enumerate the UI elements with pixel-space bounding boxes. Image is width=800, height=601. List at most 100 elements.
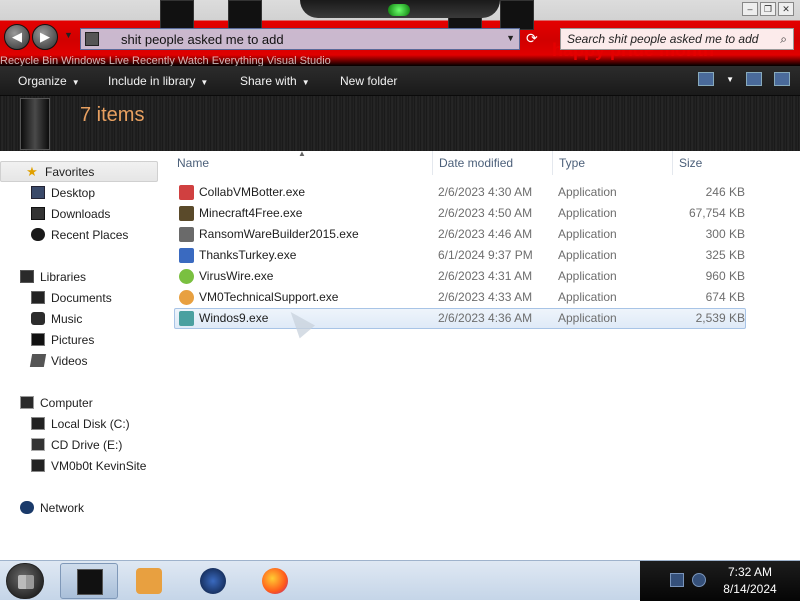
chevron-down-icon[interactable]: ▼	[726, 75, 734, 84]
taskbar-media-player[interactable]	[120, 563, 178, 599]
command-bar: Organize ▼ Include in library ▼ Share with…	[0, 66, 800, 96]
start-button[interactable]	[6, 563, 44, 599]
file-size: 67,754 KB	[688, 206, 745, 220]
file-row-ransomwarebuilder[interactable]: RansomWareBuilder2015.exe 2/6/2023 4:46 …	[174, 224, 746, 245]
sidebar-item-label: Music	[51, 311, 83, 326]
file-size: 246 KB	[705, 185, 745, 199]
banner-decoration	[160, 0, 194, 30]
refresh-button[interactable]: ⟳	[526, 30, 538, 47]
file-row-vm0technicalsupport[interactable]: VM0TechnicalSupport.exe 2/6/2023 4:33 AM…	[174, 287, 746, 308]
sidebar-item-network[interactable]: Network	[0, 497, 158, 518]
clock-date[interactable]: 8/14/2024	[715, 582, 785, 596]
windows-logo-icon	[18, 575, 34, 589]
app-icon	[179, 248, 194, 263]
search-icon[interactable]: ⌕	[780, 32, 787, 47]
file-name: Windos9.exe	[199, 311, 269, 325]
details-header: 7 items	[0, 96, 800, 151]
desktop-icons-strip: Recycle Bin Windows Live Recently Watch …	[0, 55, 331, 66]
maximize-button[interactable]: ❐	[760, 2, 776, 16]
sidebar-item-label: Favorites	[45, 164, 95, 179]
organize-button[interactable]: Organize ▼	[18, 74, 80, 88]
network-icon	[20, 501, 34, 514]
share-with-label: Share with	[240, 74, 297, 88]
sidebar-item-recent-places[interactable]: Recent Places	[0, 224, 158, 245]
file-row-collabvmbotter[interactable]: CollabVMBotter.exe 2/6/2023 4:30 AM Appl…	[174, 182, 746, 203]
column-header-size[interactable]: Size	[672, 151, 748, 175]
chevron-down-icon: ▼	[71, 78, 80, 87]
search-box[interactable]: ⌕	[560, 28, 794, 50]
sidebar-item-desktop[interactable]: Desktop	[0, 182, 158, 203]
help-icon[interactable]	[774, 72, 790, 86]
chevron-down-icon: ▼	[301, 78, 310, 87]
sidebar-item-favorites[interactable]: ★ Favorites	[0, 161, 158, 182]
folder-large-icon	[20, 98, 50, 150]
sidebar-item-cd-drive[interactable]: CD Drive (E:)	[0, 434, 158, 455]
back-button[interactable]: ◀	[4, 24, 30, 50]
view-controls: ▼	[698, 72, 790, 86]
virus-icon	[179, 269, 194, 284]
forward-button[interactable]: ▶	[32, 24, 58, 50]
sidebar-item-network-share[interactable]: VM0b0t KevinSite	[0, 455, 158, 476]
gear-icon	[179, 227, 194, 242]
sidebar-item-label: Local Disk (C:)	[51, 416, 130, 431]
media-player-icon	[136, 568, 162, 594]
file-size: 960 KB	[705, 269, 745, 283]
sidebar-item-label: Pictures	[51, 332, 95, 347]
explorer-window: – ❐ ✕ Recycle Bin Windows Live Recently …	[0, 0, 800, 560]
file-row-viruswire[interactable]: VirusWire.exe 2/6/2023 4:31 AM Applicati…	[174, 266, 746, 287]
file-name: VM0TechnicalSupport.exe	[199, 290, 339, 304]
navigation-pane: ★ Favorites Desktop Downloads Recent Pla…	[0, 151, 160, 560]
share-with-button[interactable]: Share with ▼	[240, 74, 310, 88]
sidebar-item-downloads[interactable]: Downloads	[0, 203, 158, 224]
volume-tray-icon[interactable]	[692, 573, 706, 587]
taskbar-browser[interactable]	[184, 563, 242, 599]
search-input[interactable]	[561, 29, 761, 49]
column-header-date-modified[interactable]: Date modified	[432, 151, 552, 175]
taskbar-explorer[interactable]	[60, 563, 118, 599]
sidebar-item-libraries[interactable]: Libraries	[0, 266, 158, 287]
address-dropdown-icon[interactable]: ▼	[506, 33, 515, 43]
refresh-icon: ⟳	[526, 30, 538, 46]
recent-pages-dropdown[interactable]: ▼	[64, 30, 73, 40]
file-row-minecraft4free[interactable]: Minecraft4Free.exe 2/6/2023 4:50 AM Appl…	[174, 203, 746, 224]
navigation-buttons: ◀ ▶	[4, 24, 58, 50]
change-view-icon[interactable]	[698, 72, 715, 86]
hard-drive-icon	[31, 417, 45, 430]
item-count: 7 items	[80, 104, 145, 126]
column-header-type[interactable]: Type	[552, 151, 672, 175]
sidebar-item-label: CD Drive (E:)	[51, 437, 123, 452]
network-tray-icon[interactable]	[670, 573, 684, 587]
close-button[interactable]: ✕	[778, 2, 794, 16]
sidebar-item-local-disk[interactable]: Local Disk (C:)	[0, 413, 158, 434]
sidebar-item-computer[interactable]: Computer	[0, 392, 158, 413]
file-row-windos9[interactable]: Windos9.exe 2/6/2023 4:36 AM Application…	[174, 308, 746, 329]
sidebar-item-label: Recent Places	[51, 227, 129, 242]
sidebar-item-label: Documents	[51, 290, 112, 305]
sidebar-item-label: Desktop	[51, 185, 96, 200]
new-folder-button[interactable]: New folder	[340, 74, 397, 88]
sidebar-item-pictures[interactable]: Pictures	[0, 329, 158, 350]
new-folder-label: New folder	[340, 74, 398, 88]
preview-pane-icon[interactable]	[746, 72, 762, 86]
documents-icon	[31, 291, 45, 304]
minimize-button[interactable]: –	[742, 2, 758, 16]
taskbar	[0, 560, 800, 601]
forward-arrow-icon: ▶	[40, 29, 50, 44]
chevron-down-icon: ▼	[64, 30, 73, 40]
include-in-library-button[interactable]: Include in library ▼	[108, 74, 208, 88]
sidebar-item-label: Videos	[51, 353, 88, 368]
sidebar-item-music[interactable]: Music	[0, 308, 158, 329]
taskbar-firefox[interactable]	[246, 563, 304, 599]
file-date: 2/6/2023 4:36 AM	[438, 311, 533, 325]
file-date: 2/6/2023 4:46 AM	[438, 227, 533, 241]
clock-time[interactable]: 7:32 AM	[715, 565, 785, 579]
file-row-thanksturkey[interactable]: ThanksTurkey.exe 6/1/2024 9:37 PM Applic…	[174, 245, 746, 266]
file-date: 2/6/2023 4:33 AM	[438, 290, 533, 304]
star-icon: ★	[26, 164, 38, 179]
address-bar[interactable]: shit people asked me to add ▼	[80, 28, 520, 50]
include-in-library-label: Include in library	[108, 74, 196, 88]
videos-icon	[29, 354, 47, 367]
file-size: 300 KB	[705, 227, 745, 241]
sidebar-item-documents[interactable]: Documents	[0, 287, 158, 308]
sidebar-item-videos[interactable]: Videos	[0, 350, 158, 371]
